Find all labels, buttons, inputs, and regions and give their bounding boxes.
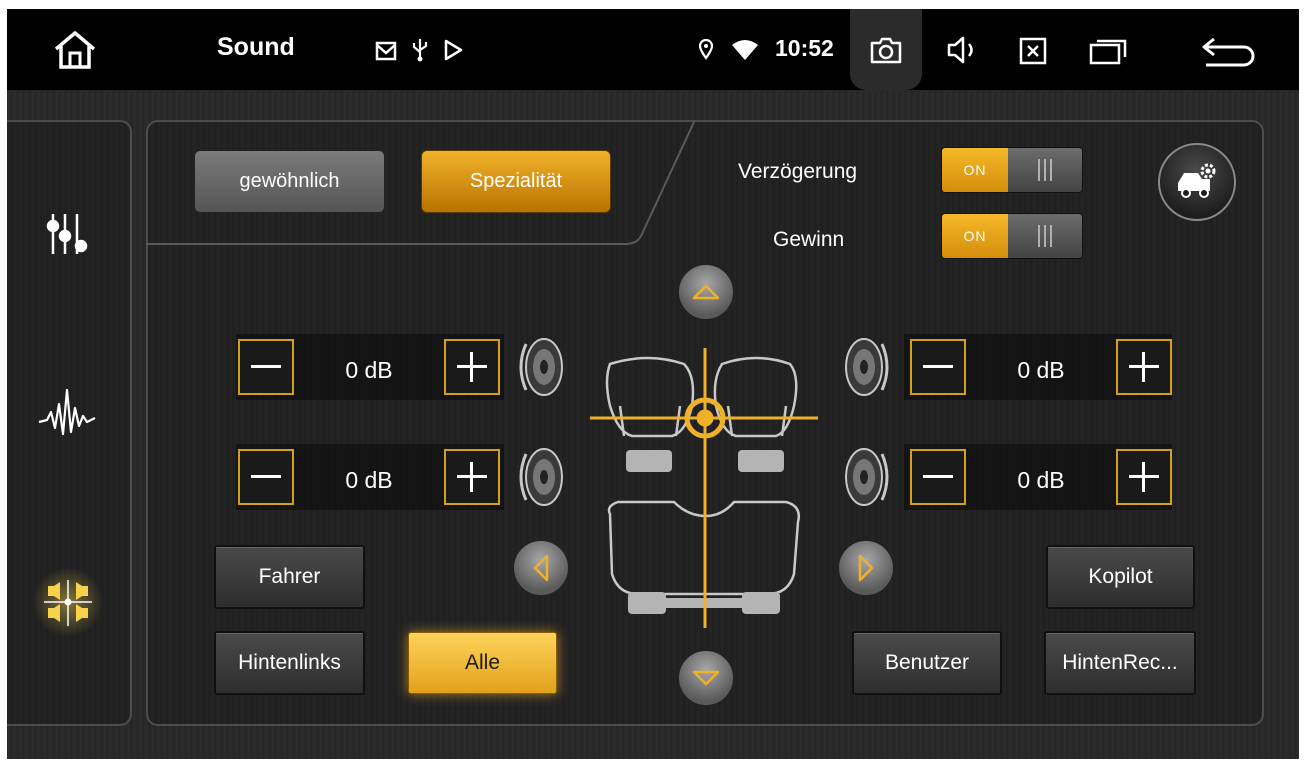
arrow-down-icon	[692, 670, 720, 686]
front-left-minus-button[interactable]	[238, 339, 294, 395]
rear-left-plus-button[interactable]	[444, 449, 500, 505]
rear-left-minus-button[interactable]	[238, 449, 294, 505]
balance-right-button[interactable]	[838, 540, 894, 596]
play-store-icon	[443, 39, 463, 61]
arrow-right-icon	[858, 554, 874, 582]
position-copilot-button[interactable]: Kopilot	[1046, 545, 1195, 609]
waveform-icon[interactable]	[37, 382, 99, 442]
speaker-rear-left-icon	[519, 448, 563, 506]
rear-left-value: 0 dB	[345, 467, 393, 493]
position-all-button[interactable]: Alle	[408, 632, 557, 694]
rear-right-plus-button[interactable]	[1116, 449, 1172, 505]
camera-tab[interactable]	[850, 9, 922, 90]
volume-icon[interactable]	[946, 34, 980, 66]
rear-right-minus-button[interactable]	[910, 449, 966, 505]
sidebar	[7, 120, 132, 726]
front-right-plus-button[interactable]	[1116, 339, 1172, 395]
arrow-left-icon	[533, 554, 549, 582]
front-right-minus-button[interactable]	[910, 339, 966, 395]
car-settings-icon	[1178, 163, 1216, 198]
screen-frame-bottom	[0, 759, 1307, 764]
position-user-button[interactable]: Benutzer	[852, 631, 1002, 695]
location-icon	[697, 37, 715, 61]
gain-label: Gewinn	[773, 228, 845, 251]
front-right-value: 0 dB	[1017, 357, 1065, 383]
fade-rear-button[interactable]	[678, 650, 734, 706]
clock: 10:52	[775, 35, 834, 61]
usb-icon	[411, 38, 429, 62]
car-seat-diagram[interactable]	[588, 346, 820, 630]
screen-frame-left	[0, 0, 7, 764]
mode-normal-button[interactable]: gewöhnlich	[194, 150, 385, 213]
gain-toggle-state: ON	[942, 214, 1008, 258]
equalizer-icon[interactable]	[43, 210, 93, 260]
delay-label: Verzögerung	[738, 160, 858, 183]
balance-left-button[interactable]	[513, 540, 569, 596]
mode-special-button[interactable]: Spezialität	[421, 150, 611, 213]
home-icon[interactable]	[51, 27, 99, 73]
position-driver-button[interactable]: Fahrer	[214, 545, 365, 609]
back-icon[interactable]	[1199, 34, 1259, 68]
fade-front-button[interactable]	[678, 264, 734, 320]
toggle-knob	[1008, 214, 1082, 258]
speaker-front-right-icon	[845, 338, 889, 396]
arrow-up-icon	[692, 284, 720, 300]
car-settings-button[interactable]	[1158, 143, 1236, 221]
page-title: Sound	[217, 33, 295, 61]
rear-right-value: 0 dB	[1017, 467, 1065, 493]
toggle-knob	[1008, 148, 1082, 192]
speaker-front-left-icon	[519, 338, 563, 396]
position-rear-right-button[interactable]: HintenRec...	[1044, 631, 1196, 695]
delay-toggle-state: ON	[942, 148, 1008, 192]
recent-apps-icon[interactable]	[1089, 36, 1129, 66]
speaker-rear-right-icon	[845, 448, 889, 506]
delay-toggle[interactable]: ON	[941, 147, 1083, 193]
gmail-icon	[375, 40, 397, 62]
close-window-icon[interactable]	[1018, 36, 1048, 66]
front-left-value: 0 dB	[345, 357, 393, 383]
position-rear-left-button[interactable]: Hintenlinks	[214, 631, 365, 695]
status-bar: Sound 10:52	[7, 9, 1299, 90]
screen-frame-top	[0, 0, 1307, 9]
wifi-icon	[731, 39, 759, 61]
balance-fader-icon[interactable]	[31, 568, 105, 636]
screen-frame-right	[1299, 0, 1307, 764]
gain-toggle[interactable]: ON	[941, 213, 1083, 259]
front-left-plus-button[interactable]	[444, 339, 500, 395]
